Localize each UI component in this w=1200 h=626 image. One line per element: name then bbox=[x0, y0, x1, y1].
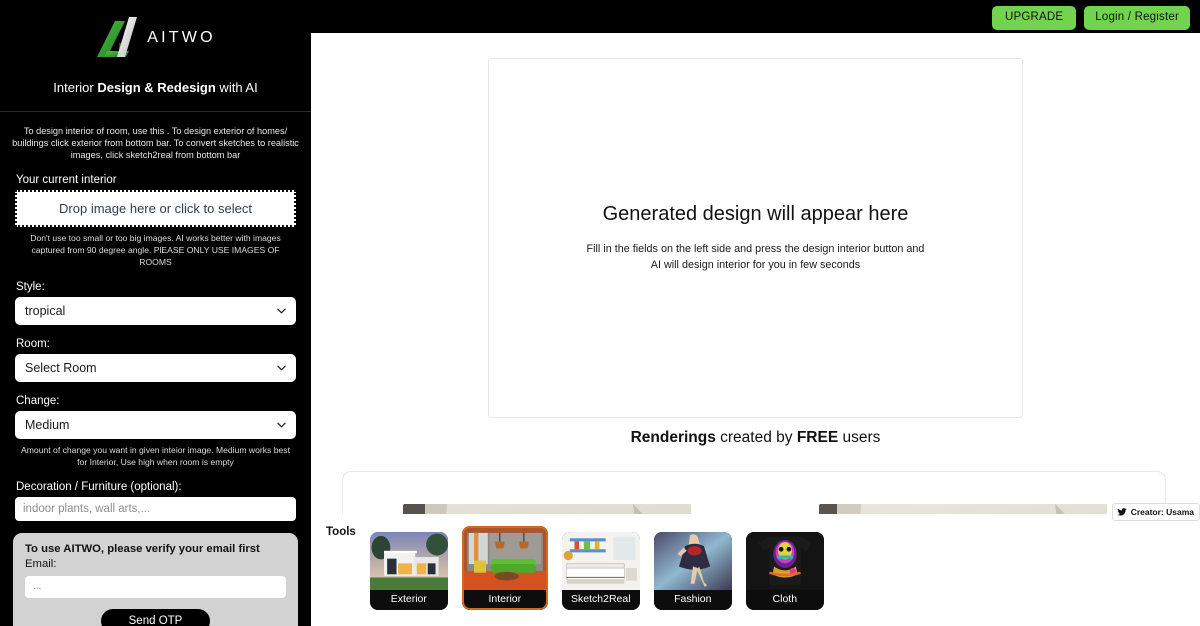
style-section: Style: tropicalmodernminimalistindustria… bbox=[0, 268, 311, 325]
tool-thumbnail-exterior-icon bbox=[370, 532, 448, 590]
otp-email-input[interactable] bbox=[25, 576, 286, 598]
result-title: Generated design will appear here bbox=[603, 203, 909, 226]
tool-thumbnail-fashion-icon bbox=[654, 532, 732, 590]
left-sidebar: AITWO Interior Design & Redesign with AI… bbox=[0, 0, 311, 626]
result-placeholder-card: Generated design will appear here Fill i… bbox=[488, 58, 1023, 418]
header-actions: UPGRADE Login / Register bbox=[992, 6, 1190, 30]
tagline-bold: Design & Redesign bbox=[97, 80, 215, 95]
tools-list: Exterior Interior bbox=[370, 514, 824, 610]
renderings-end: users bbox=[838, 429, 880, 446]
sidebar-tagline: Interior Design & Redesign with AI bbox=[0, 76, 311, 105]
aitwo-logo-icon bbox=[95, 13, 151, 63]
tool-thumbnail-cloth-icon bbox=[746, 532, 824, 590]
login-register-button[interactable]: Login / Register bbox=[1084, 6, 1190, 30]
otp-title: To use AITWO, please verify your email f… bbox=[25, 542, 286, 556]
twitter-bird-icon bbox=[1117, 507, 1127, 517]
style-select[interactable]: tropicalmodernminimalistindustrialvintag… bbox=[15, 297, 296, 325]
change-select-wrap: LowMediumHigh bbox=[15, 411, 296, 439]
renderings-heading: Renderings created by FREE users bbox=[311, 429, 1200, 447]
renderings-mid: created by bbox=[716, 429, 797, 446]
tool-tile-sketch2real[interactable]: Sketch2Real bbox=[562, 532, 640, 610]
tool-caption: Interior bbox=[462, 590, 548, 610]
tools-bar: Tools Exterior bbox=[311, 514, 1200, 626]
decoration-input[interactable] bbox=[15, 497, 296, 521]
change-hint: Amount of change you want in given intei… bbox=[0, 439, 311, 468]
sidebar-intro-text: To design interior of room, use this . T… bbox=[0, 112, 311, 161]
tool-tile-exterior[interactable]: Exterior bbox=[370, 532, 448, 610]
result-sub-line2: AI will design interior for you in few s… bbox=[651, 259, 860, 271]
decoration-section: Decoration / Furniture (optional): bbox=[0, 468, 311, 521]
renderings-bold-2: FREE bbox=[797, 429, 838, 446]
tools-label: Tools bbox=[311, 514, 370, 538]
otp-email-label: Email: bbox=[25, 557, 286, 570]
image-dropzone[interactable]: Drop image here or click to select bbox=[15, 190, 296, 227]
result-sub-line1: Fill in the fields on the left side and … bbox=[587, 243, 925, 255]
room-section: Room: Select RoomLiving RoomBedroomKitch… bbox=[0, 325, 311, 382]
result-subtitle: Fill in the fields on the left side and … bbox=[587, 226, 925, 273]
tool-tile-fashion[interactable]: Fashion bbox=[654, 532, 732, 610]
tool-caption: Sketch2Real bbox=[562, 590, 640, 610]
app-root: UPGRADE Login / Register AITW bbox=[0, 0, 1200, 626]
logo-wordmark: AITWO bbox=[147, 29, 215, 47]
room-select-wrap: Select RoomLiving RoomBedroomKitchenBath… bbox=[15, 354, 296, 382]
tagline-prefix: Interior bbox=[53, 80, 97, 95]
upgrade-button[interactable]: UPGRADE bbox=[992, 6, 1076, 30]
change-section: Change: LowMediumHigh Amount of change y… bbox=[0, 382, 311, 468]
upload-hint: Don't use too small or too big images. A… bbox=[0, 227, 311, 268]
tool-caption: Cloth bbox=[746, 590, 824, 610]
tool-caption: Exterior bbox=[370, 590, 448, 610]
change-label: Change: bbox=[0, 395, 311, 411]
tool-thumbnail-interior-icon bbox=[462, 526, 548, 590]
tool-tile-cloth[interactable]: Cloth bbox=[746, 532, 824, 610]
decoration-label: Decoration / Furniture (optional): bbox=[0, 481, 311, 497]
style-select-wrap: tropicalmodernminimalistindustrialvintag… bbox=[15, 297, 296, 325]
creator-label: Creator: Usama bbox=[1131, 507, 1194, 517]
renderings-bold-1: Renderings bbox=[631, 429, 716, 446]
room-select[interactable]: Select RoomLiving RoomBedroomKitchenBath… bbox=[15, 354, 296, 382]
send-otp-button[interactable]: Send OTP bbox=[101, 609, 211, 626]
tagline-suffix: with AI bbox=[216, 80, 258, 95]
tool-caption: Fashion bbox=[654, 590, 732, 610]
upload-label: Your current interior bbox=[0, 174, 311, 190]
tool-tile-interior[interactable]: Interior bbox=[462, 526, 548, 610]
change-select[interactable]: LowMediumHigh bbox=[15, 411, 296, 439]
tool-thumbnail-sketch2real-icon bbox=[562, 532, 640, 590]
brand-logo[interactable]: AITWO bbox=[0, 0, 311, 76]
room-label: Room: bbox=[0, 338, 311, 354]
otp-verify-card: To use AITWO, please verify your email f… bbox=[13, 533, 298, 626]
creator-badge[interactable]: Creator: Usama bbox=[1112, 503, 1200, 521]
upload-section: Your current interior Drop image here or… bbox=[0, 161, 311, 268]
style-label: Style: bbox=[0, 281, 311, 297]
